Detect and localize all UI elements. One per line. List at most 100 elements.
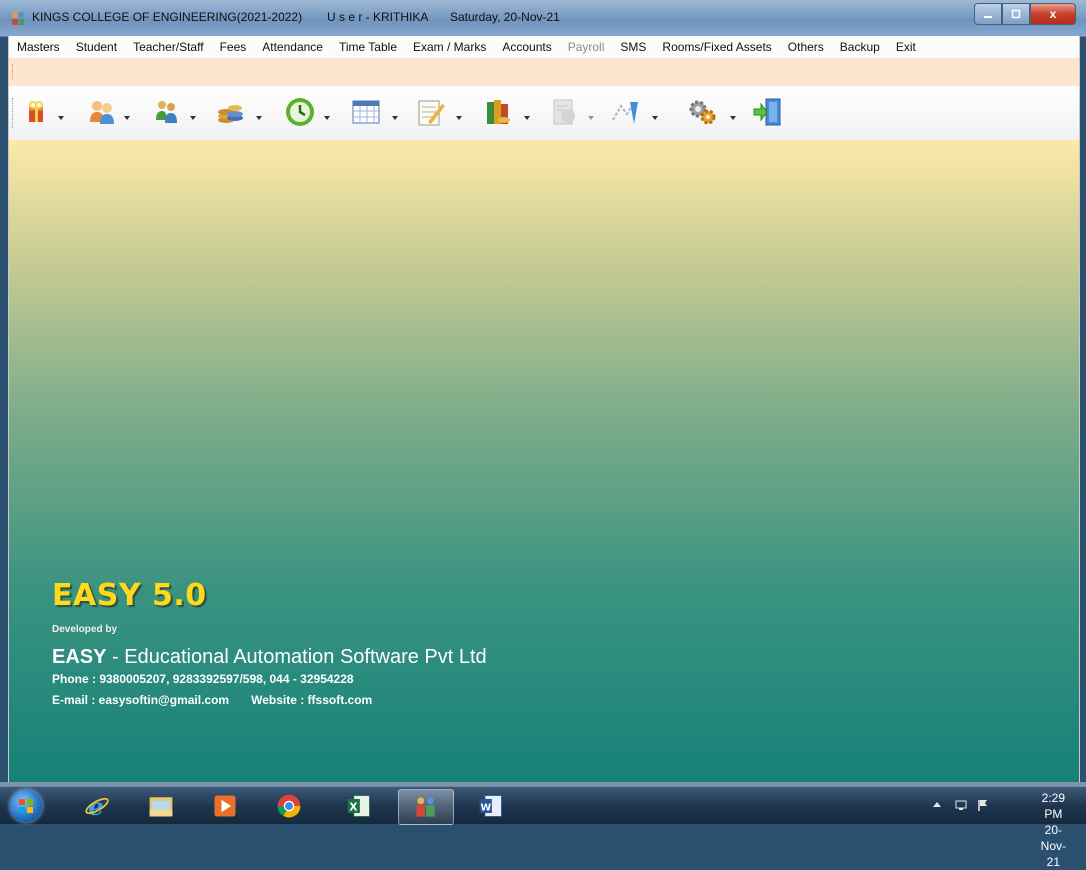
phone-info: Phone : 9380005207, 9283392597/598, 044 … [52, 672, 354, 686]
menu-others[interactable]: Others [780, 40, 832, 54]
toolbar-attendance-button[interactable] [283, 94, 317, 130]
menu-sms[interactable]: SMS [612, 40, 654, 54]
dropdown-arrow-icon [730, 116, 736, 120]
menu-rooms-fixed-assets[interactable]: Rooms/Fixed Assets [654, 40, 779, 54]
dropdown-arrow-icon [124, 116, 130, 120]
toolbar-exam-dropdown[interactable] [455, 110, 463, 120]
maximize-button[interactable] [1002, 3, 1030, 25]
toolbar-teacher-dropdown[interactable] [189, 110, 197, 120]
toolbar-fees-dropdown[interactable] [255, 110, 263, 120]
toolbar-student-button[interactable] [85, 94, 119, 130]
menu-time-table[interactable]: Time Table [331, 40, 405, 54]
toolbar-sms-dropdown[interactable] [651, 110, 659, 120]
taskbar-media-player[interactable] [198, 789, 252, 823]
taskbar-excel[interactable]: X [332, 789, 386, 823]
main-content-area: EASY 5.0 Developed by EASY - Educational… [8, 140, 1080, 782]
taskbar-easy-app[interactable] [398, 789, 454, 825]
company-name-bold: EASY [52, 646, 107, 668]
menu-bar: Masters Student Teacher/Staff Fees Atten… [8, 36, 1080, 58]
app-logo-icon [12, 12, 24, 25]
secondary-toolbar-strip [8, 58, 1080, 86]
toolbar-sms-button[interactable] [609, 94, 643, 130]
dropdown-arrow-icon [190, 116, 196, 120]
toolbar-timetable-button[interactable] [349, 94, 383, 130]
taskbar-clock[interactable]: 2:29 PM 20-Nov-21 [1041, 790, 1066, 870]
dropdown-arrow-icon [652, 116, 658, 120]
menu-accounts[interactable]: Accounts [494, 40, 559, 54]
svg-text:X: X [349, 801, 357, 813]
taskbar-file-explorer[interactable] [134, 789, 188, 823]
toolbar-accounts-dropdown[interactable] [523, 110, 531, 120]
dropdown-arrow-icon [324, 116, 330, 120]
window-title-user: U s e r - KRITHIKA [327, 10, 429, 24]
people-icon [90, 101, 114, 124]
maximize-icon [1011, 9, 1021, 19]
dropdown-arrow-icon [588, 116, 594, 120]
menu-exam-marks[interactable]: Exam / Marks [405, 40, 494, 54]
toolbar-exam-button[interactable] [413, 94, 447, 130]
action-center-flag-icon[interactable] [976, 798, 990, 812]
company-name-rest: - Educational Automation Software Pvt Lt… [106, 646, 487, 668]
toolbar-settings-button[interactable] [685, 94, 719, 130]
clock-date: 20-Nov-21 [1040, 823, 1066, 869]
toolbar-student-dropdown[interactable] [123, 110, 131, 120]
menu-masters[interactable]: Masters [9, 40, 68, 54]
internet-explorer-icon: e [85, 792, 109, 820]
email-info: E-mail : easysoftin@gmail.com [52, 693, 230, 707]
toolbar-payroll-button [547, 94, 581, 130]
svg-text:W: W [481, 802, 492, 813]
media-player-icon [214, 795, 236, 817]
coins-icon [218, 105, 243, 123]
dropdown-arrow-icon [58, 116, 64, 120]
close-icon: x [1049, 7, 1057, 21]
toolbar-masters-button[interactable] [19, 94, 53, 130]
toolbar-settings-dropdown[interactable] [729, 110, 737, 120]
contact-info: E-mail : easysoftin@gmail.com Website : f… [52, 693, 394, 707]
toolbar-exit-button[interactable] [751, 94, 785, 130]
toolbar-attendance-dropdown[interactable] [323, 110, 331, 120]
close-button[interactable]: x [1030, 3, 1076, 25]
menu-fees[interactable]: Fees [212, 40, 255, 54]
dropdown-arrow-icon [456, 116, 462, 120]
word-icon: W [479, 795, 502, 817]
company-name: EASY - Educational Automation Software P… [52, 646, 487, 669]
menu-student[interactable]: Student [68, 40, 125, 54]
network-icon[interactable] [954, 798, 968, 812]
exit-door-icon [753, 98, 781, 126]
taskbar-word[interactable]: W [464, 789, 518, 823]
menu-exit[interactable]: Exit [888, 40, 924, 54]
notepad-icon [418, 100, 445, 126]
toolbar-fees-button[interactable] [213, 94, 247, 130]
toolbar-grip[interactable] [12, 98, 13, 128]
menu-teacher-staff[interactable]: Teacher/Staff [125, 40, 212, 54]
windows-logo-icon [19, 799, 33, 813]
menu-attendance[interactable]: Attendance [254, 40, 331, 54]
strip-grip[interactable] [12, 64, 15, 80]
toolbar-masters-dropdown[interactable] [57, 110, 65, 120]
taskbar-chrome[interactable] [262, 789, 316, 823]
taskbar: e X W 2:29 PM 20-Nov-21 [0, 786, 1086, 869]
show-hidden-icons-icon[interactable] [930, 798, 944, 812]
payroll-icon [553, 99, 575, 125]
toolbar-timetable-dropdown[interactable] [391, 110, 399, 120]
main-toolbar [8, 86, 1080, 141]
toolbar-accounts-button[interactable] [481, 94, 515, 130]
excel-icon: X [347, 795, 370, 817]
file-explorer-icon [149, 797, 173, 817]
clock-time: 2:29 PM [1041, 791, 1065, 821]
books-icon [487, 100, 510, 124]
menu-payroll: Payroll [567, 40, 605, 54]
easy-app-icon [416, 797, 435, 817]
toolbar-teacher-button[interactable] [149, 94, 183, 130]
teacher-icon [156, 101, 177, 123]
menu-backup[interactable]: Backup [832, 40, 888, 54]
minimize-button[interactable] [974, 3, 1002, 25]
gift-icon [29, 101, 43, 122]
chrome-icon [277, 794, 301, 818]
taskbar-internet-explorer[interactable]: e [70, 789, 124, 823]
window-title-date: Saturday, 20-Nov-21 [450, 10, 560, 24]
start-button[interactable] [10, 790, 42, 822]
sms-icon [612, 102, 638, 124]
product-title: EASY 5.0 [52, 578, 207, 613]
clock-icon [286, 98, 314, 126]
